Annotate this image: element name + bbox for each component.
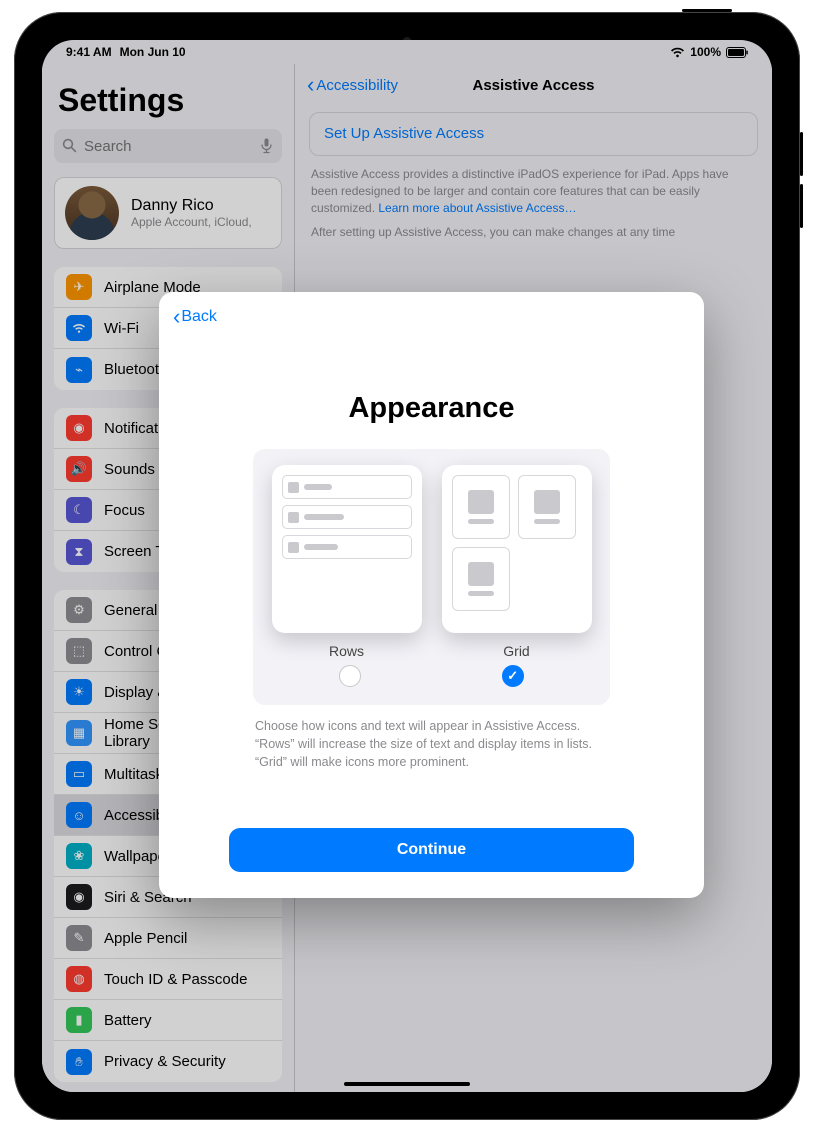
screen: 9:41 AM Mon Jun 10 100% Settings bbox=[42, 40, 772, 1092]
chevron-left-icon: ‹ bbox=[173, 306, 180, 328]
continue-button[interactable]: Continue bbox=[229, 828, 634, 872]
volume-up-button[interactable] bbox=[800, 132, 803, 176]
appearance-options: Rows Grid bbox=[253, 449, 610, 705]
modal-back-button[interactable]: ‹ Back bbox=[173, 306, 217, 328]
home-indicator[interactable] bbox=[344, 1082, 470, 1086]
rows-radio[interactable] bbox=[339, 665, 361, 687]
power-button[interactable] bbox=[682, 9, 732, 12]
volume-down-button[interactable] bbox=[800, 184, 803, 228]
rows-option-label: Rows bbox=[272, 643, 422, 659]
modal-title: Appearance bbox=[159, 392, 704, 425]
appearance-modal: ‹ Back Appearance Rows bbox=[159, 292, 704, 898]
modal-back-label: Back bbox=[181, 308, 217, 326]
grid-option-label: Grid bbox=[442, 643, 592, 659]
appearance-description: Choose how icons and text will appear in… bbox=[253, 717, 610, 771]
grid-preview[interactable] bbox=[442, 465, 592, 633]
rows-preview[interactable] bbox=[272, 465, 422, 633]
grid-radio[interactable] bbox=[502, 665, 524, 687]
ipad-device-frame: 9:41 AM Mon Jun 10 100% Settings bbox=[14, 12, 800, 1120]
